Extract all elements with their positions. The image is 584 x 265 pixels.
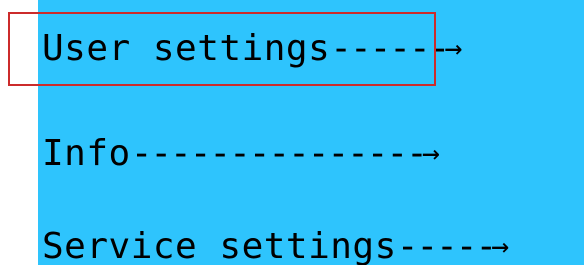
menu-item-service-settings[interactable]: Service settings ----- →: [42, 224, 510, 265]
menu-item-label: Service settings: [42, 225, 397, 265]
screen: User settings ------ → Info ---------------…: [0, 0, 584, 265]
arrow-right-icon: →: [491, 228, 510, 264]
menu-item-leader: ------: [330, 27, 450, 69]
arrow-right-icon: →: [421, 135, 441, 171]
arrow-right-icon: →: [444, 30, 463, 66]
menu-item-leader: -----: [396, 225, 497, 265]
menu-item-user-settings[interactable]: User settings ------ →: [42, 26, 463, 70]
lcd-display: User settings ------ → Info ---------------…: [38, 0, 584, 265]
menu-item-label: Info: [42, 132, 131, 174]
menu-item-label: User settings: [42, 27, 331, 69]
menu-item-info[interactable]: Info --------------- →: [42, 131, 440, 175]
menu-item-leader: ---------------: [130, 132, 428, 174]
